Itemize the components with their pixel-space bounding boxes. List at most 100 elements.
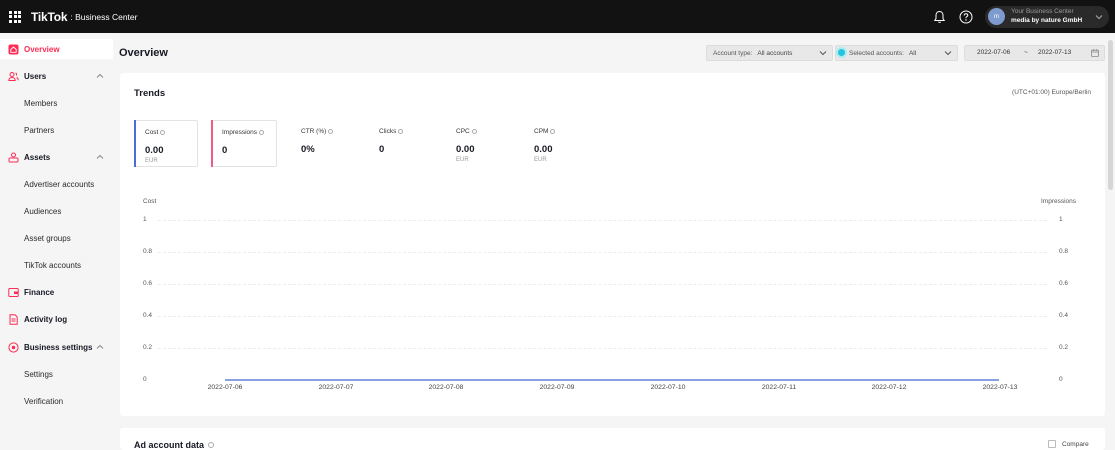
tiktok-logo[interactable]: TikTok: [31, 10, 68, 24]
chevron-down-icon: [1095, 13, 1103, 22]
y-tick-right: 0.2: [1059, 344, 1069, 351]
apps-grid-icon[interactable]: [9, 10, 21, 23]
y-tick-left: 0.2: [143, 344, 153, 351]
metric-value: 0.00: [534, 144, 553, 155]
sidebar-item-label: Asset groups: [24, 233, 71, 243]
chevron-up-icon: [96, 343, 104, 352]
sidebar-item-asset-groups[interactable]: Asset groups: [0, 228, 113, 248]
trends-title: Trends: [134, 88, 166, 99]
metric-unit: EUR: [145, 158, 158, 164]
metric-value: 0.00: [145, 145, 164, 156]
info-icon: [259, 130, 265, 135]
y-tick-left: 0.4: [143, 312, 153, 319]
sidebar-item-label: Finance: [24, 287, 55, 297]
sidebar-item-assets[interactable]: Assets: [0, 147, 113, 167]
y-tick-right: 1: [1059, 216, 1063, 223]
sidebar-item-tiktok-accounts[interactable]: TikTok accounts: [0, 255, 113, 275]
compare-toggle[interactable]: Compare: [1048, 440, 1089, 448]
compare-checkbox[interactable]: [1048, 440, 1056, 448]
gridline: [158, 252, 1047, 253]
selection-indicator: [836, 47, 847, 58]
metric-card-clicks[interactable]: Clicks 0: [369, 120, 433, 167]
metric-value: 0.00: [456, 144, 475, 155]
sidebar-item-label: TikTok accounts: [24, 260, 82, 270]
metric-label: Clicks: [379, 128, 397, 135]
date-start: 2022-07-06: [977, 49, 1011, 56]
right-axis-label: Impressions: [1041, 198, 1077, 205]
sidebar-item-users[interactable]: Users: [0, 66, 113, 86]
y-tick-right: 0: [1059, 376, 1063, 383]
date-range-picker[interactable]: 2022-07-06 ~ 2022-07-13: [964, 45, 1105, 61]
y-tick-right: 0.6: [1059, 280, 1069, 287]
calendar-icon: [1091, 49, 1099, 59]
metric-label: CTR (%): [301, 128, 327, 135]
ad-account-title: Ad account data: [134, 440, 205, 450]
compare-label: Compare: [1062, 440, 1089, 448]
metric-card-cost[interactable]: Cost 0.00 EUR: [134, 120, 198, 167]
sidebar-item-advertiser-accounts[interactable]: Advertiser accounts: [0, 174, 113, 194]
cost-series-line: [225, 379, 999, 381]
metric-card-cpm[interactable]: CPM 0.00 EUR: [524, 120, 588, 167]
info-icon: [471, 129, 477, 134]
account-name: media by nature GmbH: [1011, 16, 1083, 24]
assets-icon: [8, 152, 19, 163]
home-icon: [8, 44, 19, 55]
metric-value: 0: [379, 144, 385, 155]
sidebar-item-finance[interactable]: Finance: [0, 282, 113, 302]
chevron-up-icon: [96, 72, 104, 81]
metric-unit: EUR: [456, 157, 469, 163]
sidebar-item-settings[interactable]: Settings: [0, 364, 113, 384]
x-tick: 2022-07-09: [539, 384, 575, 391]
series-color-bar: [211, 120, 213, 167]
activity-log-icon: [8, 314, 19, 325]
y-tick-left: 0.8: [143, 248, 153, 255]
avatar: m: [988, 8, 1005, 25]
sidebar-item-label: Assets: [24, 152, 51, 162]
x-tick: 2022-07-12: [871, 384, 907, 391]
bell-icon[interactable]: [931, 9, 947, 25]
sidebar-item-label: Advertiser accounts: [24, 179, 95, 189]
selected-accounts-select[interactable]: Selected accounts: All: [835, 45, 958, 61]
sidebar-item-label: Audiences: [24, 206, 62, 216]
product-name: : Business Center: [70, 11, 138, 22]
scrollbar[interactable]: [1108, 40, 1113, 190]
metric-label: CPM: [534, 128, 549, 135]
metric-card-cpc[interactable]: CPC 0.00 EUR: [446, 120, 510, 167]
sidebar-item-label: Activity log: [24, 314, 68, 324]
account-type-select[interactable]: Account type: All accounts: [706, 45, 833, 61]
x-tick: 2022-07-06: [207, 384, 243, 391]
page-title: Overview: [119, 47, 168, 59]
metric-value: 0%: [301, 144, 315, 155]
sidebar-item-activity-log[interactable]: Activity log: [0, 309, 113, 329]
chevron-down-icon: [819, 50, 827, 58]
chevron-down-icon: [944, 50, 952, 58]
sidebar-item-business-settings[interactable]: Business settings: [0, 337, 113, 357]
sidebar-item-partners[interactable]: Partners: [0, 120, 113, 140]
sidebar-item-label: Business settings: [24, 342, 93, 352]
gridline: [158, 316, 1047, 317]
business-center-switcher[interactable]: m Your Business Center media by nature G…: [985, 5, 1109, 28]
sidebar-item-label: Users: [24, 71, 47, 81]
x-tick: 2022-07-13: [982, 384, 1018, 391]
sidebar-item-verification[interactable]: Verification: [0, 391, 113, 411]
sidebar-item-overview[interactable]: Overview: [0, 39, 113, 59]
finance-icon: [8, 287, 19, 298]
sidebar-item-members[interactable]: Members: [0, 93, 113, 113]
y-tick-right: 0.4: [1059, 312, 1069, 319]
info-icon: [398, 129, 404, 134]
metric-card-ctr[interactable]: CTR (%) 0%: [291, 120, 355, 167]
ad-account-card: [120, 428, 1105, 450]
date-separator: ~: [1024, 49, 1028, 56]
help-icon[interactable]: [958, 9, 974, 25]
sidebar-item-label: Partners: [24, 125, 55, 135]
info-icon: [160, 130, 166, 135]
metric-card-impressions[interactable]: Impressions 0: [211, 120, 277, 167]
gridline: [158, 348, 1047, 349]
date-end: 2022-07-13: [1038, 49, 1072, 56]
y-tick-right: 0.8: [1059, 248, 1069, 255]
x-tick: 2022-07-08: [428, 384, 464, 391]
sidebar-item-audiences[interactable]: Audiences: [0, 201, 113, 221]
x-tick: 2022-07-07: [318, 384, 354, 391]
gridline: [158, 220, 1047, 221]
series-color-bar: [134, 120, 136, 167]
